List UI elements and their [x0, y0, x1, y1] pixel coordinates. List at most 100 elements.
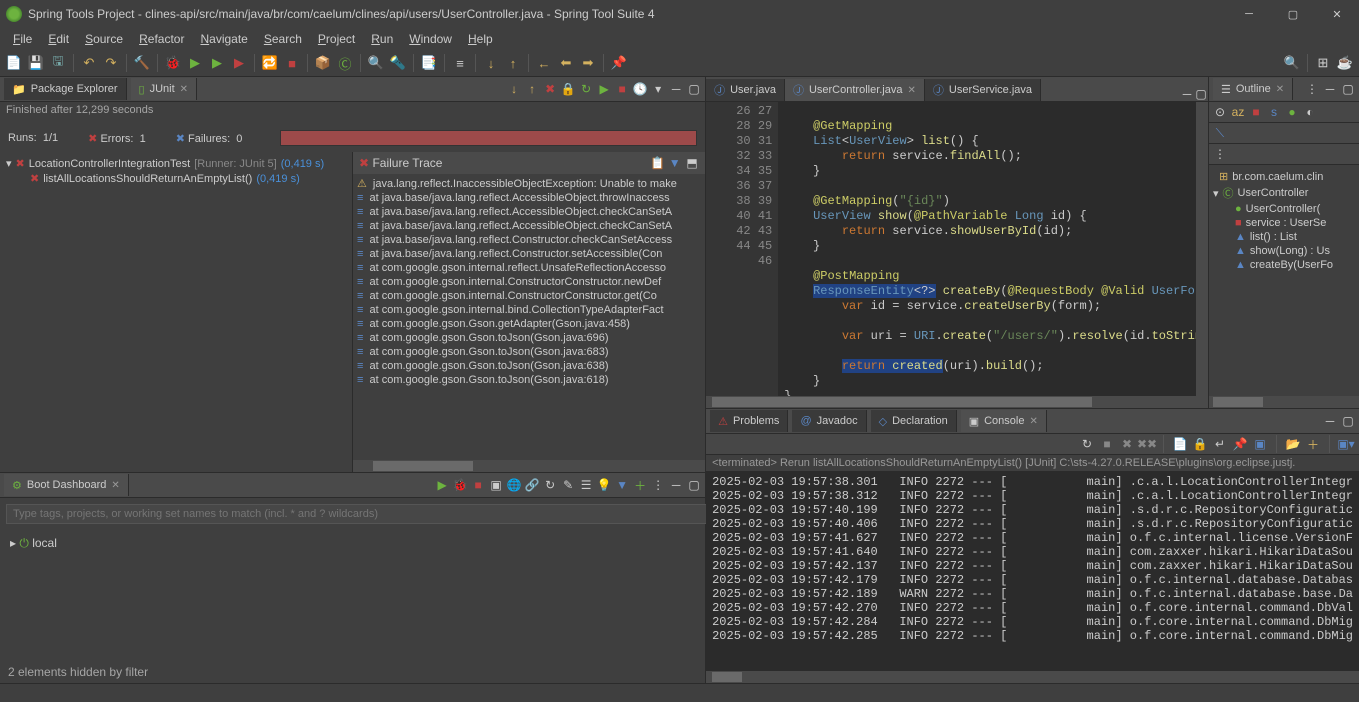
- outline-item[interactable]: ▲show(Long) : Us: [1211, 244, 1357, 258]
- trace-row[interactable]: ≡at com.google.gson.Gson.getAdapter(Gson…: [353, 317, 705, 331]
- tab-declaration[interactable]: ◇Declaration: [871, 410, 957, 432]
- vertical-scrollbar[interactable]: [1196, 102, 1208, 396]
- maximize-boot-icon[interactable]: ▢: [687, 478, 701, 492]
- view-menu-icon[interactable]: ▾: [651, 82, 665, 96]
- maximize-view-icon[interactable]: ▢: [687, 82, 701, 96]
- stop-icon[interactable]: ■: [282, 53, 302, 73]
- bulb-icon[interactable]: 💡: [597, 478, 611, 492]
- trace-row[interactable]: ≡at com.google.gson.internal.Constructor…: [353, 275, 705, 289]
- display-console-icon[interactable]: ▣: [1253, 437, 1267, 451]
- tab-outline[interactable]: ☰Outline✕: [1213, 78, 1293, 100]
- menu-refactor[interactable]: Refactor: [132, 30, 191, 48]
- horizontal-scrollbar[interactable]: [353, 460, 705, 472]
- trace-row[interactable]: ≡at com.google.gson.Gson.toJson(Gson.jav…: [353, 331, 705, 345]
- new-package-icon[interactable]: 📦: [313, 53, 333, 73]
- new-console-icon[interactable]: ＋: [1306, 437, 1320, 451]
- close-icon[interactable]: ✕: [1276, 84, 1284, 95]
- close-icon[interactable]: ✕: [111, 480, 119, 491]
- close-icon[interactable]: ✕: [1029, 416, 1037, 427]
- minimize-button[interactable]: ─: [1227, 0, 1271, 28]
- boot-tree[interactable]: ▸ ⏻ local: [0, 530, 705, 557]
- minimize-console-icon[interactable]: ─: [1323, 414, 1337, 428]
- menu-window[interactable]: Window: [402, 30, 459, 48]
- open-type-icon[interactable]: 🔍: [366, 53, 386, 73]
- boot-menu-icon[interactable]: ⋮: [651, 478, 665, 492]
- rerun-failed-icon[interactable]: ▶: [597, 82, 611, 96]
- relaunch-icon[interactable]: 🔁: [260, 53, 280, 73]
- trace-row[interactable]: ≡at java.base/java.lang.reflect.Construc…: [353, 233, 705, 247]
- outline-h-scrollbar[interactable]: [1209, 396, 1359, 408]
- code-editor[interactable]: 26 27 28 29 30 31 32 33 34 35 36 37 38 3…: [706, 102, 1208, 396]
- maximize-editor-icon[interactable]: ▢: [1194, 87, 1208, 101]
- close-icon[interactable]: ✕: [180, 84, 188, 95]
- new-icon[interactable]: 📄: [4, 53, 24, 73]
- external-tools-icon[interactable]: ▶: [229, 53, 249, 73]
- trace-row[interactable]: ≡at java.base/java.lang.reflect.Construc…: [353, 247, 705, 261]
- next-annotation-icon[interactable]: ↓: [481, 53, 501, 73]
- minimize-outline-icon[interactable]: ─: [1323, 82, 1337, 96]
- menu-run[interactable]: Run: [364, 30, 400, 48]
- close-button[interactable]: ✕: [1315, 0, 1359, 28]
- prev-annotation-icon[interactable]: ↑: [503, 53, 523, 73]
- run-icon[interactable]: ▶: [185, 53, 205, 73]
- terminate-icon[interactable]: ■: [1100, 437, 1114, 451]
- trace-row[interactable]: ≡at com.google.gson.Gson.toJson(Gson.jav…: [353, 359, 705, 373]
- tab-package-explorer[interactable]: 📁Package Explorer: [4, 78, 127, 100]
- link-with-icon[interactable]: 🔗: [525, 478, 539, 492]
- prev-failure-icon[interactable]: ↑: [525, 82, 539, 96]
- tab-junit[interactable]: ▯JUnit✕: [131, 78, 198, 100]
- outline-tree[interactable]: ⊞br.com.caelum.clin ▾ⒸUserController ●Us…: [1209, 165, 1359, 396]
- redo-icon[interactable]: ↷: [101, 53, 121, 73]
- outline-menu-icon[interactable]: ⋮: [1305, 82, 1319, 96]
- open-browser-icon[interactable]: 🌐: [507, 478, 521, 492]
- tab-boot-dashboard[interactable]: ⚙Boot Dashboard✕: [4, 474, 129, 496]
- hide-fields-icon[interactable]: ■: [1249, 105, 1263, 119]
- quick-access-icon[interactable]: 🔍: [1282, 53, 1302, 73]
- remove-all-icon[interactable]: ✖✖: [1140, 437, 1154, 451]
- trace-row[interactable]: ≡at java.base/java.lang.reflect.Accessib…: [353, 219, 705, 233]
- menu-search[interactable]: Search: [257, 30, 309, 48]
- pin-editor-icon[interactable]: 📌: [609, 53, 629, 73]
- maximize-outline-icon[interactable]: ▢: [1341, 82, 1355, 96]
- filter-stack-icon[interactable]: ▼: [668, 156, 682, 170]
- failure-trace-list[interactable]: ⚠java.lang.reflect.InaccessibleObjectExc…: [353, 174, 705, 460]
- search-icon[interactable]: 🔦: [388, 53, 408, 73]
- outline-more-icon[interactable]: ⋮: [1213, 147, 1227, 161]
- show-failures-icon[interactable]: ✖: [543, 82, 557, 96]
- hide-static-icon[interactable]: s: [1267, 105, 1281, 119]
- edit-boot-icon[interactable]: ✎: [561, 478, 575, 492]
- close-icon[interactable]: ✕: [908, 85, 916, 96]
- filter-boot-icon[interactable]: ▼: [615, 478, 629, 492]
- trace-row[interactable]: ≡at com.google.gson.internal.Constructor…: [353, 289, 705, 303]
- scroll-lock-console-icon[interactable]: 🔒: [1193, 437, 1207, 451]
- toggle-mark-icon[interactable]: 📑: [419, 53, 439, 73]
- scroll-lock-icon[interactable]: 🔒: [561, 82, 575, 96]
- tab-usercontroller-java[interactable]: ⒿUserController.java✕: [785, 79, 925, 101]
- debug-icon[interactable]: 🐞: [163, 53, 183, 73]
- tab-user-java[interactable]: ⒿUser.java: [706, 79, 785, 101]
- outline-item[interactable]: ▲list() : List: [1211, 230, 1357, 244]
- minimize-view-icon[interactable]: ─: [669, 82, 683, 96]
- open-console-2-icon[interactable]: 📂: [1286, 437, 1300, 451]
- compare-icon[interactable]: 📋: [650, 156, 664, 170]
- pin-console-icon[interactable]: 📌: [1233, 437, 1247, 451]
- rerun-test-icon[interactable]: ↻: [579, 82, 593, 96]
- menu-file[interactable]: File: [6, 30, 39, 48]
- tab-javadoc[interactable]: @Javadoc: [792, 410, 866, 432]
- build-icon[interactable]: 🔨: [132, 53, 152, 73]
- menu-project[interactable]: Project: [311, 30, 362, 48]
- console-h-scrollbar[interactable]: [706, 671, 1359, 683]
- open-perspective-icon[interactable]: ⊞: [1313, 53, 1333, 73]
- trace-row[interactable]: ⚠java.lang.reflect.InaccessibleObjectExc…: [353, 176, 705, 191]
- menu-help[interactable]: Help: [461, 30, 500, 48]
- debug-boot-icon[interactable]: 🐞: [453, 478, 467, 492]
- trace-row[interactable]: ≡at com.google.gson.Gson.toJson(Gson.jav…: [353, 345, 705, 359]
- refresh-boot-icon[interactable]: ↻: [543, 478, 557, 492]
- console-output[interactable]: 2025-02-03 19:57:38.301 INFO 2272 --- [ …: [706, 471, 1359, 671]
- minimize-editor-icon[interactable]: ─: [1180, 87, 1194, 101]
- hide-local-icon[interactable]: ◐: [1303, 105, 1317, 119]
- maximize-console-icon[interactable]: ▢: [1341, 414, 1355, 428]
- focus-icon[interactable]: ⊙: [1213, 105, 1227, 119]
- save-all-icon[interactable]: 🖫: [48, 53, 68, 73]
- show-properties-icon[interactable]: ☰: [579, 478, 593, 492]
